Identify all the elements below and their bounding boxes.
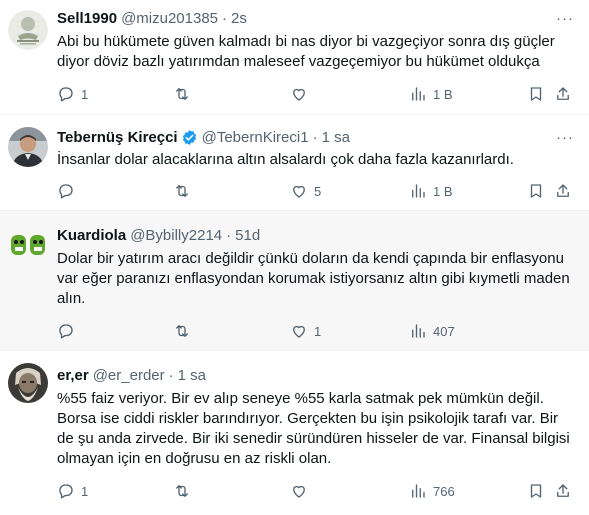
- reply-icon: [59, 184, 73, 199]
- author-name[interactable]: Tebernüş Kireçci: [57, 129, 178, 146]
- retweet-button[interactable]: [173, 321, 197, 341]
- tweet-actions: 1 766: [57, 481, 577, 501]
- heart-icon: [293, 88, 305, 101]
- bookmark-button[interactable]: [527, 181, 545, 201]
- share-button[interactable]: [554, 181, 572, 201]
- retweet-icon: [176, 185, 188, 197]
- separator-dot: ·: [226, 226, 232, 244]
- views-count: 1 B: [433, 86, 453, 102]
- share-icon: [557, 87, 569, 100]
- avatar[interactable]: [8, 10, 48, 50]
- timestamp[interactable]: 2s: [231, 10, 247, 27]
- avatar[interactable]: [8, 225, 48, 265]
- tweet-actions: 1 407: [57, 321, 577, 341]
- like-button[interactable]: [290, 481, 314, 501]
- views-icon: [412, 324, 425, 338]
- like-button[interactable]: 1: [290, 321, 321, 341]
- more-icon[interactable]: ···: [555, 127, 575, 147]
- share-icon: [557, 484, 569, 497]
- reply-icon: [59, 484, 73, 499]
- share-button[interactable]: [554, 481, 572, 501]
- author-handle[interactable]: @Bybilly2214: [130, 227, 222, 244]
- views-icon: [412, 184, 425, 198]
- reply-count: 1: [81, 86, 89, 102]
- views-count: 766: [433, 483, 455, 499]
- tweet-actions: 1 1 B: [57, 84, 577, 104]
- author-name[interactable]: Kuardiola: [57, 227, 126, 244]
- bookmark-icon: [530, 184, 542, 198]
- tweet-text: İnsanlar dolar alacaklarına altın alsala…: [57, 151, 514, 168]
- verified-badge-icon: [182, 129, 196, 145]
- share-icon: [557, 184, 569, 197]
- share-button[interactable]: [554, 84, 572, 104]
- avatar[interactable]: [8, 363, 48, 403]
- author-handle[interactable]: @er_erder: [93, 367, 165, 384]
- tweet[interactable]: Sell1990 @mizu201385 · 2s ··· Abi bu hük…: [0, 0, 589, 115]
- reply-button[interactable]: 1: [57, 84, 88, 104]
- like-count: 5: [314, 183, 322, 199]
- tweet-text: Dolar bir yatırım aracı değildir çünkü d…: [57, 250, 570, 307]
- views-button[interactable]: 766: [409, 481, 455, 501]
- tweet[interactable]: Kuardiola @Bybilly2214 · 51d Dolar bir y…: [0, 211, 589, 351]
- views-button[interactable]: 407: [409, 321, 455, 341]
- avatar[interactable]: [8, 127, 48, 167]
- retweet-icon: [176, 88, 188, 100]
- like-button[interactable]: [290, 84, 314, 104]
- views-icon: [412, 484, 425, 498]
- views-button[interactable]: 1 B: [409, 84, 453, 104]
- retweet-icon: [176, 485, 188, 497]
- separator-dot: ·: [222, 9, 228, 27]
- bookmark-button[interactable]: [527, 84, 545, 104]
- tweet-text: Abi bu hükümete güven kalmadı bi nas diy…: [57, 33, 555, 70]
- author-name[interactable]: er,er: [57, 367, 89, 384]
- author-handle[interactable]: @mizu201385: [121, 10, 218, 27]
- tweet-actions: 5 1 B: [57, 181, 577, 201]
- author-name[interactable]: Sell1990: [57, 10, 117, 27]
- tweet-text: %55 faiz veriyor. Bir ev alıp seneye %55…: [57, 390, 570, 467]
- tweet[interactable]: Tebernüş Kireçci @TebernKireci1 · 1 sa ·…: [0, 115, 589, 211]
- tweet[interactable]: er,er @er_erder · 1 sa %55 faiz veriyor.…: [0, 351, 589, 515]
- reply-button[interactable]: 1: [57, 481, 88, 501]
- more-icon[interactable]: ···: [555, 8, 575, 28]
- views-count: 1 B: [433, 183, 453, 199]
- views-count: 407: [433, 323, 455, 339]
- heart-icon: [293, 185, 305, 198]
- like-button[interactable]: 5: [290, 181, 321, 201]
- retweet-button[interactable]: [173, 181, 197, 201]
- bookmark-button[interactable]: [527, 481, 545, 501]
- reply-icon: [59, 87, 73, 102]
- separator-dot: ·: [312, 128, 318, 146]
- heart-icon: [293, 325, 305, 338]
- reply-icon: [59, 324, 73, 339]
- retweet-button[interactable]: [173, 84, 197, 104]
- heart-icon: [293, 485, 305, 498]
- timestamp[interactable]: 1 sa: [178, 367, 206, 384]
- reply-count: 1: [81, 483, 89, 499]
- bookmark-icon: [530, 87, 542, 101]
- timestamp[interactable]: 51d: [235, 227, 260, 244]
- separator-dot: ·: [168, 366, 174, 384]
- bookmark-icon: [530, 484, 542, 498]
- retweet-icon: [176, 325, 188, 337]
- views-icon: [412, 87, 425, 101]
- views-button[interactable]: 1 B: [409, 181, 453, 201]
- like-count: 1: [314, 323, 322, 339]
- author-handle[interactable]: @TebernKireci1: [202, 129, 309, 146]
- reply-button[interactable]: [57, 321, 81, 341]
- reply-button[interactable]: [57, 181, 81, 201]
- timestamp[interactable]: 1 sa: [322, 129, 350, 146]
- retweet-button[interactable]: [173, 481, 197, 501]
